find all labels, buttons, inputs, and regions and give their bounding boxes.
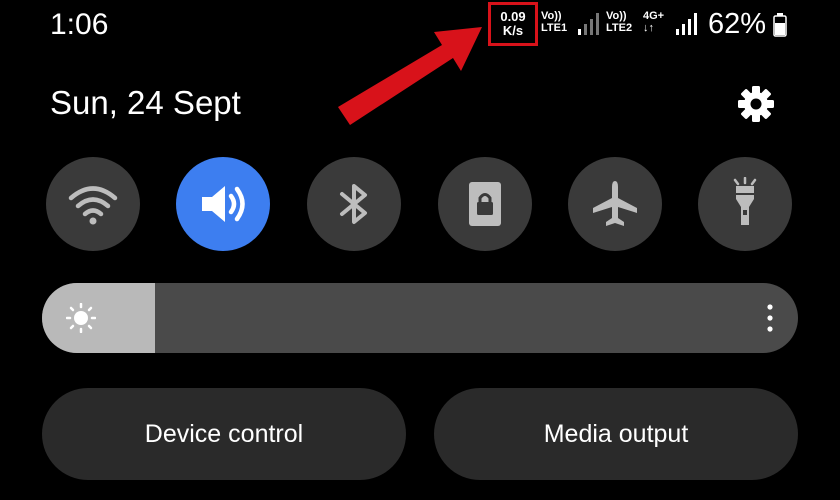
status-time: 1:06: [50, 8, 109, 41]
network-speed-indicator: 0.09 K/s: [488, 2, 538, 46]
wifi-toggle[interactable]: [46, 157, 140, 251]
flashlight-toggle[interactable]: [698, 157, 792, 251]
network-speed-value: 0.09: [500, 9, 526, 24]
flashlight-icon: [733, 177, 757, 225]
sim2-signal-icon: [676, 13, 697, 35]
annotation-arrow-icon: [338, 27, 482, 125]
sim2-lte-label: LTE2: [606, 22, 633, 34]
portrait-lock-icon: [469, 182, 501, 226]
sound-icon: [202, 186, 245, 222]
data-type-label: 4G+: [643, 10, 665, 22]
media-output-button[interactable]: Media output: [434, 388, 798, 480]
sim2-volte-label: Vo)): [606, 10, 627, 22]
bluetooth-toggle[interactable]: [307, 157, 401, 251]
battery-percent: 62%: [708, 8, 767, 40]
brightness-level-fill: [42, 283, 155, 353]
sim2-label: Vo)) LTE2: [606, 10, 632, 34]
date-label: Sun, 24 Sept: [50, 84, 241, 121]
sound-toggle[interactable]: [176, 157, 270, 251]
sim1-lte-label: LTE1: [541, 22, 568, 34]
battery-icon: [773, 13, 787, 37]
data-type-indicator: 4G+ ↓↑: [643, 10, 664, 34]
sim1-label: Vo)) LTE1: [541, 10, 567, 34]
gear-icon[interactable]: [736, 84, 776, 124]
bluetooth-icon: [340, 184, 367, 224]
airplane-mode-toggle[interactable]: [568, 157, 662, 251]
sim1-signal-icon: [578, 13, 599, 35]
brightness-slider[interactable]: [42, 283, 798, 353]
airplane-icon: [593, 181, 637, 226]
portrait-lock-toggle[interactable]: [438, 157, 532, 251]
data-activity-arrows-icon: ↓↑: [643, 22, 654, 34]
sun-icon: [66, 303, 96, 333]
network-speed-unit: K/s: [502, 23, 524, 38]
wifi-icon: [68, 186, 118, 225]
device-control-button[interactable]: Device control: [42, 388, 406, 480]
more-options-icon[interactable]: [760, 301, 780, 335]
sim1-volte-label: Vo)): [541, 10, 562, 22]
